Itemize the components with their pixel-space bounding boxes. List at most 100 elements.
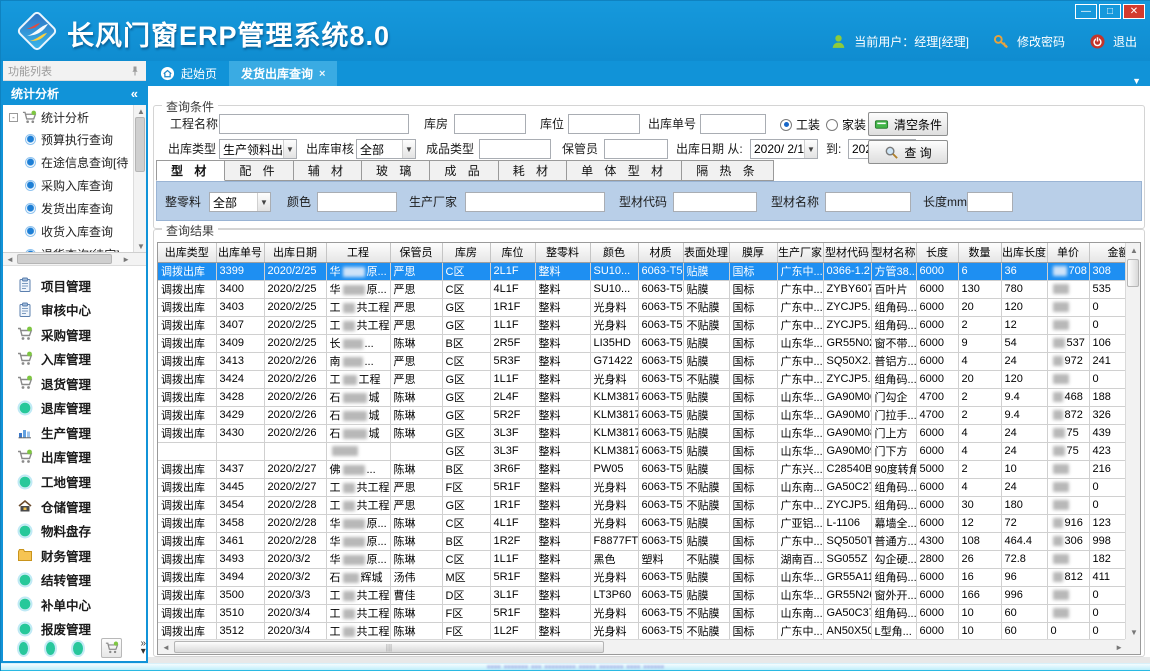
grid-cell[interactable]: 2800 xyxy=(916,550,958,568)
out-type-select[interactable]: 生产领料出库▼ xyxy=(219,139,297,159)
grid-cell[interactable]: 3430 xyxy=(216,424,264,442)
grid-cell[interactable]: 3L3F xyxy=(490,442,535,460)
grid-cell[interactable]: M区 xyxy=(442,568,490,586)
grid-cell[interactable]: 6063-T5 xyxy=(638,298,683,316)
grid-cell[interactable]: 130 xyxy=(958,280,1001,298)
grid-cell[interactable]: 工共工程 xyxy=(326,586,390,604)
grid-cell[interactable]: 54 xyxy=(1001,334,1047,352)
grid-cell[interactable]: 光身料 xyxy=(590,568,638,586)
grid-cell[interactable]: 整料 xyxy=(535,604,590,622)
tab-home[interactable]: 起始页 xyxy=(148,61,229,86)
grid-cell[interactable]: AN50X50X2 xyxy=(823,622,871,640)
grid-cell[interactable]: GA90M06. xyxy=(823,388,871,406)
grid-cell[interactable]: 308 xyxy=(1089,262,1127,280)
sidebar-item-退库管理[interactable]: 退库管理 xyxy=(3,396,146,421)
grid-cell[interactable]: 佛... xyxy=(326,460,390,478)
project-name-input[interactable] xyxy=(219,114,409,134)
grid-cell[interactable]: C区 xyxy=(442,514,490,532)
grid-cell[interactable]: G区 xyxy=(442,424,490,442)
grid-cell[interactable]: 整料 xyxy=(535,298,590,316)
grid-cell[interactable]: 812 xyxy=(1047,568,1089,586)
grid-cell[interactable]: 陈琳 xyxy=(390,532,442,550)
grid-cell[interactable]: 2020/2/26 xyxy=(264,388,326,406)
grid-cell[interactable]: 24 xyxy=(1001,424,1047,442)
grid-cell[interactable]: 4 xyxy=(958,478,1001,496)
grid-cell[interactable] xyxy=(1047,604,1089,622)
grid-cell[interactable]: 0 xyxy=(1089,370,1127,388)
table-row[interactable]: 调拨出库35102020/3/4工共工程陈琳F区5R1F整料光身料6063-T5… xyxy=(158,604,1127,622)
grid-cell[interactable]: 2020/2/25 xyxy=(264,298,326,316)
table-row[interactable]: 调拨出库34032020/2/25工共工程严思G区1R1F整料光身料6063-T… xyxy=(158,298,1127,316)
grid-cell[interactable]: 不贴膜 xyxy=(683,496,729,514)
grid-cell[interactable]: 石城 xyxy=(326,424,390,442)
grid-cell[interactable]: G区 xyxy=(442,406,490,424)
grid-cell[interactable]: 6063-T5 xyxy=(638,424,683,442)
grid-cell[interactable]: 0 xyxy=(1089,586,1127,604)
grid-cell[interactable]: 5R1F xyxy=(490,478,535,496)
grid-cell[interactable]: 山东华... xyxy=(777,406,823,424)
grid-cell[interactable]: 0 xyxy=(1089,604,1127,622)
profile-name-input[interactable] xyxy=(825,192,911,212)
grid-cell[interactable]: B区 xyxy=(442,334,490,352)
table-row[interactable]: 调拨出库33992020/2/25华原...严思C区2L1F整料SU10...6… xyxy=(158,262,1127,280)
grid-cell[interactable]: 6063-T5 xyxy=(638,280,683,298)
grid-cell[interactable]: 国标 xyxy=(729,424,777,442)
grid-cell[interactable]: 门上方 xyxy=(871,424,916,442)
clear-conditions-button[interactable]: 清空条件 xyxy=(868,112,948,136)
grid-cell[interactable]: 广东中... xyxy=(777,496,823,514)
order-no-input[interactable] xyxy=(700,114,766,134)
grid-cell[interactable]: 6063-T5 xyxy=(638,334,683,352)
grid-cell[interactable]: 工共工程 xyxy=(326,622,390,640)
grid-cell[interactable]: 780 xyxy=(1001,280,1047,298)
grid-cell[interactable]: 组角码... xyxy=(871,496,916,514)
grid-cell[interactable]: 严思 xyxy=(390,370,442,388)
grid-cell[interactable]: 贴膜 xyxy=(683,352,729,370)
grid-cell[interactable]: 6 xyxy=(958,262,1001,280)
grid-cell[interactable]: 2020/2/27 xyxy=(264,460,326,478)
grid-cell[interactable]: 2L4F xyxy=(490,388,535,406)
grid-cell[interactable]: 0 xyxy=(1089,496,1127,514)
grid-cell[interactable]: PW05 xyxy=(590,460,638,478)
radio-gongzhuang[interactable]: 工装 xyxy=(780,116,820,133)
grid-cell[interactable]: 60 xyxy=(1001,604,1047,622)
grid-cell[interactable]: 工共工程 xyxy=(326,496,390,514)
grid-cell[interactable]: 严思 xyxy=(390,352,442,370)
table-row[interactable]: 调拨出库34612020/2/28华原...陈琳B区1R2F整料F8877FT6… xyxy=(158,532,1127,550)
tree-expander-icon[interactable]: - xyxy=(9,113,18,122)
grid-cell[interactable]: 6000 xyxy=(916,586,958,604)
grid-cell[interactable]: 广东中... xyxy=(777,316,823,334)
grid-cell[interactable]: 国标 xyxy=(729,568,777,586)
grid-cell[interactable] xyxy=(216,442,264,460)
grid-cell[interactable]: 6063-T5 xyxy=(638,262,683,280)
grid-cell[interactable]: 门拉手... xyxy=(871,406,916,424)
grid-cell[interactable]: 门勾企 xyxy=(871,388,916,406)
grid-cell[interactable]: 6000 xyxy=(916,478,958,496)
grid-cell[interactable]: D区 xyxy=(442,586,490,604)
grid-cell[interactable]: 贴膜 xyxy=(683,280,729,298)
grid-cell[interactable]: 工共工程 xyxy=(326,478,390,496)
grid-column-header[interactable]: 型材名称 xyxy=(871,243,916,262)
grid-cell[interactable]: 3R6F xyxy=(490,460,535,478)
grid-cell[interactable]: C区 xyxy=(442,262,490,280)
grid-cell[interactable]: 3409 xyxy=(216,334,264,352)
grid-column-header[interactable]: 单价 xyxy=(1047,243,1089,262)
table-row[interactable]: 调拨出库34542020/2/28工共工程严思G区1R1F整料光身料6063-T… xyxy=(158,496,1127,514)
grid-cell[interactable]: 工共工程 xyxy=(326,604,390,622)
grid-cell[interactable]: 调拨出库 xyxy=(158,370,216,388)
grid-cell[interactable]: 光身料 xyxy=(590,622,638,640)
grid-column-header[interactable]: 金额 xyxy=(1089,243,1127,262)
grid-cell[interactable]: 广东中... xyxy=(777,352,823,370)
grid-cell[interactable]: 南... xyxy=(326,352,390,370)
grid-cell[interactable]: 贴膜 xyxy=(683,586,729,604)
circle-icon[interactable] xyxy=(19,642,28,655)
grid-cell[interactable]: 3429 xyxy=(216,406,264,424)
grid-cell[interactable]: 调拨出库 xyxy=(158,334,216,352)
radio-jiazhuang[interactable]: 家装 xyxy=(826,116,866,133)
grid-cell[interactable]: KLM3817 xyxy=(590,424,638,442)
grid-cell[interactable]: 4L1F xyxy=(490,280,535,298)
grid-cell[interactable]: 708 xyxy=(1047,262,1089,280)
grid-cell[interactable]: 贴膜 xyxy=(683,442,729,460)
grid-cell[interactable]: 严思 xyxy=(390,496,442,514)
grid-cell[interactable] xyxy=(1047,496,1089,514)
grid-cell[interactable]: 3400 xyxy=(216,280,264,298)
